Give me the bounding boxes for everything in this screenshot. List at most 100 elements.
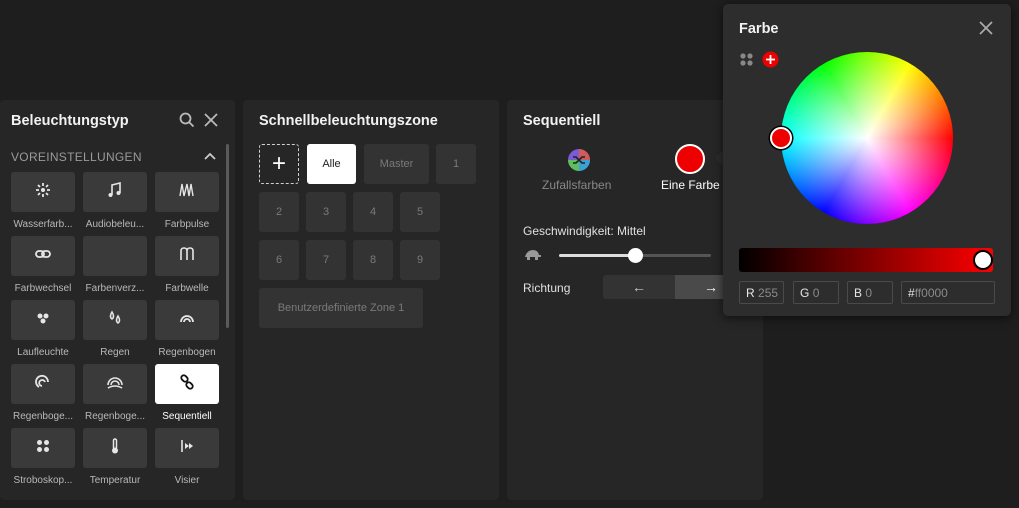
speed-label: Geschwindigkeit: Mittel — [523, 224, 646, 238]
speed-slider-thumb[interactable] — [628, 248, 643, 263]
pulse-icon — [178, 181, 196, 204]
preset-tile-label: Regen — [100, 347, 130, 358]
direction-label: Richtung — [523, 281, 571, 295]
zone-button-8[interactable]: 8 — [353, 240, 393, 280]
color-wheel-handle[interactable] — [770, 127, 792, 149]
sequential-icon — [178, 373, 196, 396]
preset-tile-label: Visier — [174, 475, 200, 486]
chevron-up-icon[interactable] — [203, 149, 217, 163]
brightness-slider-handle[interactable] — [973, 250, 993, 270]
green-field-value: 0 — [812, 286, 820, 300]
preset-tile[interactable] — [155, 236, 219, 276]
preset-tile-label: Audiobeleu... — [85, 219, 145, 230]
marquee-icon — [34, 309, 52, 332]
preset-tile[interactable] — [83, 236, 147, 276]
preset-tile-label: Stroboskop... — [13, 475, 73, 486]
color-wheel[interactable] — [781, 52, 953, 224]
hex-field-value: ff0000 — [914, 286, 948, 300]
color-shift-icon — [106, 245, 124, 268]
search-icon[interactable] — [178, 111, 196, 129]
quick-zone-title: Schnellbeleuchtungszone — [259, 113, 438, 129]
scrollbar[interactable] — [226, 144, 229, 328]
close-icon[interactable] — [202, 111, 220, 129]
zone-button-5[interactable]: 5 — [400, 192, 440, 232]
preset-tile[interactable] — [155, 428, 219, 468]
selected-color-swatch[interactable] — [675, 144, 705, 174]
zone-button-4[interactable]: 4 — [353, 192, 393, 232]
preset-tile-label: Farbenverz... — [85, 283, 145, 294]
direction-left-button[interactable]: ← — [603, 275, 675, 299]
music-note-icon — [106, 181, 124, 204]
preset-tile[interactable] — [155, 300, 219, 340]
lighting-type-panel: Beleuchtungstyp VOREINSTELLUNGEN Wasserf… — [0, 100, 235, 500]
rainbow-icon — [178, 309, 196, 332]
preset-tile[interactable] — [11, 172, 75, 212]
hex-value-field[interactable]: #ff0000 — [901, 281, 995, 304]
preset-tile-label: Regenboge... — [12, 411, 74, 422]
speed-slider-fill — [559, 254, 635, 257]
preset-tile[interactable] — [155, 364, 219, 404]
preset-tile-label: Laufleuchte — [17, 347, 69, 358]
preset-tile[interactable] — [11, 364, 75, 404]
preset-tile-label: Temperatur — [89, 475, 141, 486]
zone-button-6[interactable]: 6 — [259, 240, 299, 280]
preset-tile-label: Regenbogen — [158, 347, 216, 358]
preset-tile-label: Farbwechsel — [14, 283, 72, 294]
blue-field-label: B — [854, 286, 863, 300]
red-field-value: 255 — [758, 286, 779, 300]
green-field-label: G — [800, 286, 810, 300]
random-colors-option[interactable]: Zufallsfarben — [523, 146, 633, 196]
green-value-field[interactable]: G 0 — [793, 281, 839, 304]
sequential-title: Sequentiell — [523, 113, 601, 129]
palette-grid-icon[interactable] — [739, 52, 755, 68]
color-picker-popup: Farbe R 255 G 0 B 0 #ff0000 — [723, 4, 1011, 316]
preset-tile[interactable] — [11, 300, 75, 340]
add-color-icon[interactable] — [762, 51, 779, 68]
single-color-label: Eine Farbe — [661, 178, 720, 192]
turtle-icon — [523, 246, 543, 262]
preset-tile[interactable] — [83, 364, 147, 404]
waterfall-icon — [34, 181, 52, 204]
random-colors-label: Zufallsfarben — [542, 178, 612, 192]
preset-tile-label: Farbwelle — [165, 283, 209, 294]
brightness-slider[interactable] — [739, 248, 993, 272]
quick-zone-panel: Schnellbeleuchtungszone + Alle Master 1 … — [243, 100, 499, 500]
add-zone-button[interactable]: + — [259, 144, 299, 184]
preset-tile[interactable] — [83, 172, 147, 212]
lighting-type-title: Beleuchtungstyp — [11, 113, 129, 129]
zone-all-button[interactable]: Alle — [307, 144, 356, 184]
thermometer-icon — [106, 437, 124, 460]
shuffle-icon — [567, 148, 591, 172]
color-popup-title: Farbe — [739, 21, 779, 37]
preset-tile[interactable] — [155, 172, 219, 212]
custom-zone-button[interactable]: Benutzerdefinierte Zone 1 — [259, 288, 423, 328]
blue-value-field[interactable]: B 0 — [847, 281, 893, 304]
rainbow-wave-icon — [106, 373, 124, 396]
wave-icon — [178, 245, 196, 268]
blue-field-value: 0 — [865, 286, 873, 300]
close-icon[interactable] — [978, 20, 994, 36]
zone-button-1[interactable]: 1 — [436, 144, 476, 184]
zone-master-button[interactable]: Master — [364, 144, 429, 184]
red-field-label: R — [746, 286, 755, 300]
preset-tile-label: Sequentiell — [162, 411, 212, 422]
presets-section-label: VOREINSTELLUNGEN — [11, 150, 142, 164]
red-value-field[interactable]: R 255 — [739, 281, 784, 304]
rainbow-spiral-icon — [34, 373, 52, 396]
preset-tile-label: Farbpulse — [164, 219, 210, 230]
preset-tile[interactable] — [83, 300, 147, 340]
speed-slider[interactable] — [559, 248, 711, 263]
hex-field-prefix: # — [908, 286, 915, 300]
preset-tile[interactable] — [11, 236, 75, 276]
preset-tile[interactable] — [11, 428, 75, 468]
zone-button-2[interactable]: 2 — [259, 192, 299, 232]
preset-tile-label: Regenboge... — [84, 411, 146, 422]
strobe-icon — [34, 437, 52, 460]
preset-tile[interactable] — [83, 428, 147, 468]
zone-button-7[interactable]: 7 — [306, 240, 346, 280]
color-cycle-icon — [34, 245, 52, 268]
visor-icon — [178, 437, 196, 460]
zone-button-3[interactable]: 3 — [306, 192, 346, 232]
rain-icon — [106, 309, 124, 332]
zone-button-9[interactable]: 9 — [400, 240, 440, 280]
